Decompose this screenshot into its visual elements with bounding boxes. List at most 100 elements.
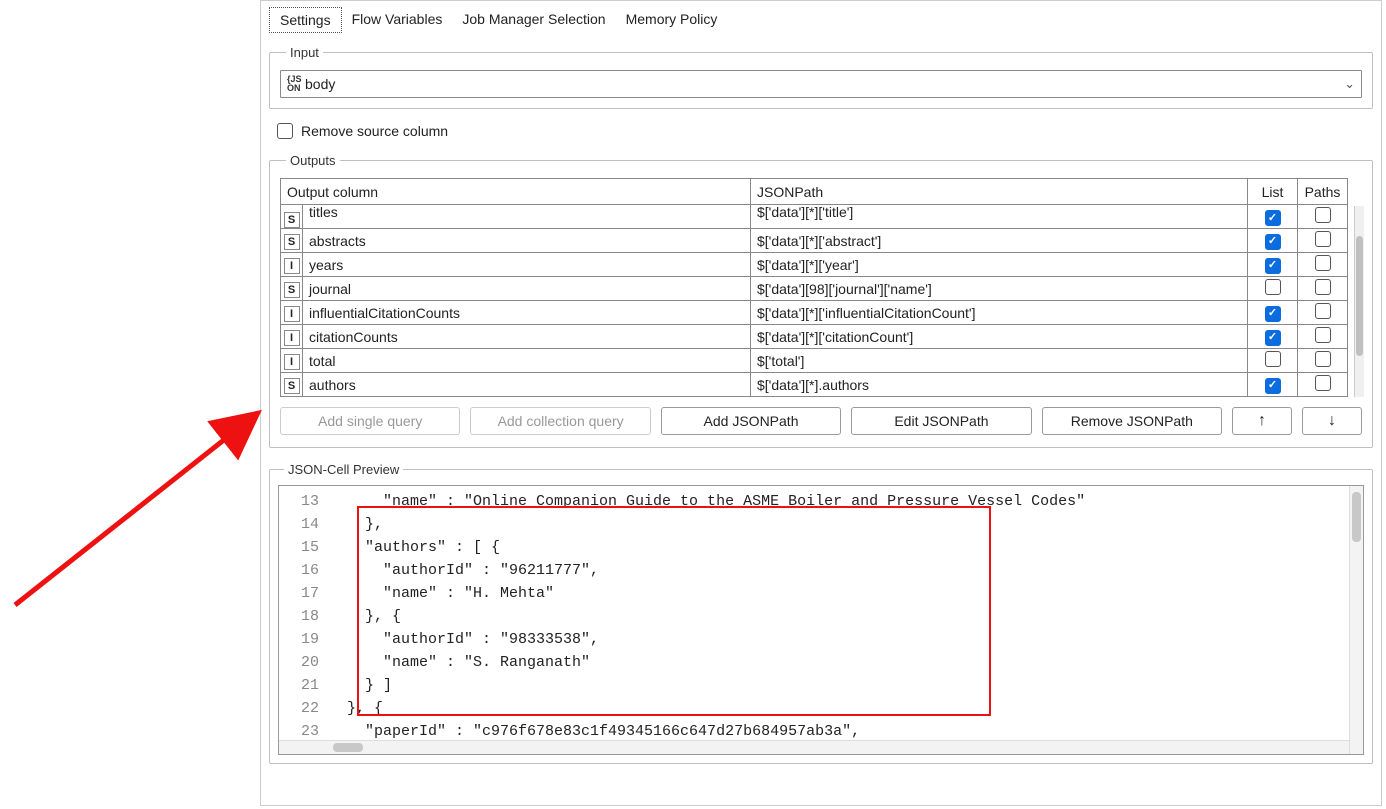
preview-vscroll-thumb[interactable] xyxy=(1352,492,1361,542)
preview-horizontal-scrollbar[interactable] xyxy=(279,740,1349,754)
paths-checkbox[interactable] xyxy=(1315,255,1331,271)
tab-job-manager-selection[interactable]: Job Manager Selection xyxy=(452,7,615,33)
output-name-cell[interactable]: total xyxy=(303,349,751,373)
paths-checkbox[interactable] xyxy=(1315,327,1331,343)
line-number: 21 xyxy=(279,674,329,697)
header-output-col[interactable]: Output column xyxy=(281,179,751,205)
remove-jsonpath-button[interactable]: Remove JSONPath xyxy=(1042,407,1222,435)
paths-checkbox-cell[interactable] xyxy=(1298,325,1348,349)
remove-source-row[interactable]: Remove source column xyxy=(277,123,1373,139)
output-name-cell[interactable]: years xyxy=(303,253,751,277)
list-checkbox-cell[interactable] xyxy=(1248,373,1298,397)
add-single-query-button[interactable]: Add single query xyxy=(280,407,460,435)
outputs-row[interactable]: Stitles$['data'][*]['title'] xyxy=(281,205,1362,229)
list-checkbox-cell[interactable] xyxy=(1248,277,1298,301)
jsonpath-cell[interactable]: $['data'][*]['citationCount'] xyxy=(751,325,1248,349)
paths-checkbox-cell[interactable] xyxy=(1298,229,1348,253)
header-paths[interactable]: Paths xyxy=(1298,179,1348,205)
list-checkbox[interactable] xyxy=(1265,306,1281,322)
paths-checkbox-cell[interactable] xyxy=(1298,301,1348,325)
tab-settings[interactable]: Settings xyxy=(269,7,342,33)
outputs-row[interactable]: Sabstracts$['data'][*]['abstract'] xyxy=(281,229,1362,253)
annotation-arrow xyxy=(0,395,280,615)
outputs-scrollbar[interactable] xyxy=(1354,206,1364,397)
paths-checkbox[interactable] xyxy=(1315,375,1331,391)
outputs-table[interactable]: Output column JSONPath List Paths Stitle… xyxy=(280,178,1362,397)
json-preview[interactable]: 13 "name" : "Online Companion Guide to t… xyxy=(278,485,1364,755)
remove-source-checkbox[interactable] xyxy=(277,123,293,139)
code-area[interactable]: 13 "name" : "Online Companion Guide to t… xyxy=(279,486,1363,747)
outputs-row[interactable]: Itotal$['total'] xyxy=(281,349,1362,373)
preview-vertical-scrollbar[interactable] xyxy=(1349,486,1363,754)
paths-checkbox-cell[interactable] xyxy=(1298,277,1348,301)
outputs-row[interactable]: Sauthors$['data'][*].authors xyxy=(281,373,1362,397)
type-badge: I xyxy=(284,354,300,370)
header-list[interactable]: List xyxy=(1248,179,1298,205)
list-checkbox[interactable] xyxy=(1265,330,1281,346)
code-text: }, xyxy=(329,513,383,536)
add-collection-query-button[interactable]: Add collection query xyxy=(470,407,650,435)
list-checkbox[interactable] xyxy=(1265,351,1281,367)
header-jsonpath[interactable]: JSONPath xyxy=(751,179,1248,205)
remove-source-label: Remove source column xyxy=(301,123,448,139)
list-checkbox[interactable] xyxy=(1265,378,1281,394)
paths-checkbox[interactable] xyxy=(1315,231,1331,247)
code-text: } ] xyxy=(329,674,392,697)
preview-hscroll-thumb[interactable] xyxy=(333,743,363,752)
code-line: 14 }, xyxy=(279,513,1363,536)
list-checkbox[interactable] xyxy=(1265,258,1281,274)
list-checkbox-cell[interactable] xyxy=(1248,229,1298,253)
list-checkbox-cell[interactable] xyxy=(1248,325,1298,349)
paths-checkbox[interactable] xyxy=(1315,303,1331,319)
input-column-select[interactable]: {JSON body ⌄ xyxy=(280,70,1362,98)
paths-checkbox-cell[interactable] xyxy=(1298,349,1348,373)
chevron-down-icon: ⌄ xyxy=(1344,76,1355,92)
code-line: 20 "name" : "S. Ranganath" xyxy=(279,651,1363,674)
tab-flow-variables[interactable]: Flow Variables xyxy=(342,7,453,33)
paths-checkbox[interactable] xyxy=(1315,207,1331,223)
output-name-cell[interactable]: citationCounts xyxy=(303,325,751,349)
jsonpath-cell[interactable]: $['data'][98]['journal']['name'] xyxy=(751,277,1248,301)
move-up-button[interactable]: ↑ xyxy=(1232,407,1292,435)
paths-checkbox[interactable] xyxy=(1315,279,1331,295)
paths-checkbox-cell[interactable] xyxy=(1298,205,1348,229)
code-text: "name" : "S. Ranganath" xyxy=(329,651,590,674)
code-line: 21 } ] xyxy=(279,674,1363,697)
tab-memory-policy[interactable]: Memory Policy xyxy=(616,7,728,33)
output-name-cell[interactable]: influentialCitationCounts xyxy=(303,301,751,325)
list-checkbox-cell[interactable] xyxy=(1248,205,1298,229)
code-line: 19 "authorId" : "98333538", xyxy=(279,628,1363,651)
add-jsonpath-button[interactable]: Add JSONPath xyxy=(661,407,841,435)
paths-checkbox[interactable] xyxy=(1315,351,1331,367)
paths-checkbox-cell[interactable] xyxy=(1298,253,1348,277)
list-checkbox-cell[interactable] xyxy=(1248,301,1298,325)
outputs-row[interactable]: Sjournal$['data'][98]['journal']['name'] xyxy=(281,277,1362,301)
output-name-cell[interactable]: titles xyxy=(303,205,751,229)
line-number: 22 xyxy=(279,697,329,720)
outputs-row[interactable]: IcitationCounts$['data'][*]['citationCou… xyxy=(281,325,1362,349)
list-checkbox-cell[interactable] xyxy=(1248,253,1298,277)
move-down-button[interactable]: ↓ xyxy=(1302,407,1362,435)
line-number: 20 xyxy=(279,651,329,674)
output-name-cell[interactable]: authors xyxy=(303,373,751,397)
list-checkbox-cell[interactable] xyxy=(1248,349,1298,373)
jsonpath-cell[interactable]: $['data'][*]['influentialCitationCount'] xyxy=(751,301,1248,325)
outputs-row[interactable]: IinfluentialCitationCounts$['data'][*]['… xyxy=(281,301,1362,325)
jsonpath-cell[interactable]: $['data'][*]['year'] xyxy=(751,253,1248,277)
output-name-cell[interactable]: journal xyxy=(303,277,751,301)
list-checkbox[interactable] xyxy=(1265,210,1281,226)
outputs-scroll-thumb[interactable] xyxy=(1356,236,1363,356)
type-badge: I xyxy=(284,306,300,322)
outputs-row[interactable]: Iyears$['data'][*]['year'] xyxy=(281,253,1362,277)
outputs-legend: Outputs xyxy=(286,153,340,168)
code-text: }, { xyxy=(329,697,383,720)
paths-checkbox-cell[interactable] xyxy=(1298,373,1348,397)
list-checkbox[interactable] xyxy=(1265,234,1281,250)
jsonpath-cell[interactable]: $['data'][*].authors xyxy=(751,373,1248,397)
jsonpath-cell[interactable]: $['total'] xyxy=(751,349,1248,373)
jsonpath-cell[interactable]: $['data'][*]['abstract'] xyxy=(751,229,1248,253)
jsonpath-cell[interactable]: $['data'][*]['title'] xyxy=(751,205,1248,229)
list-checkbox[interactable] xyxy=(1265,279,1281,295)
edit-jsonpath-button[interactable]: Edit JSONPath xyxy=(851,407,1031,435)
output-name-cell[interactable]: abstracts xyxy=(303,229,751,253)
